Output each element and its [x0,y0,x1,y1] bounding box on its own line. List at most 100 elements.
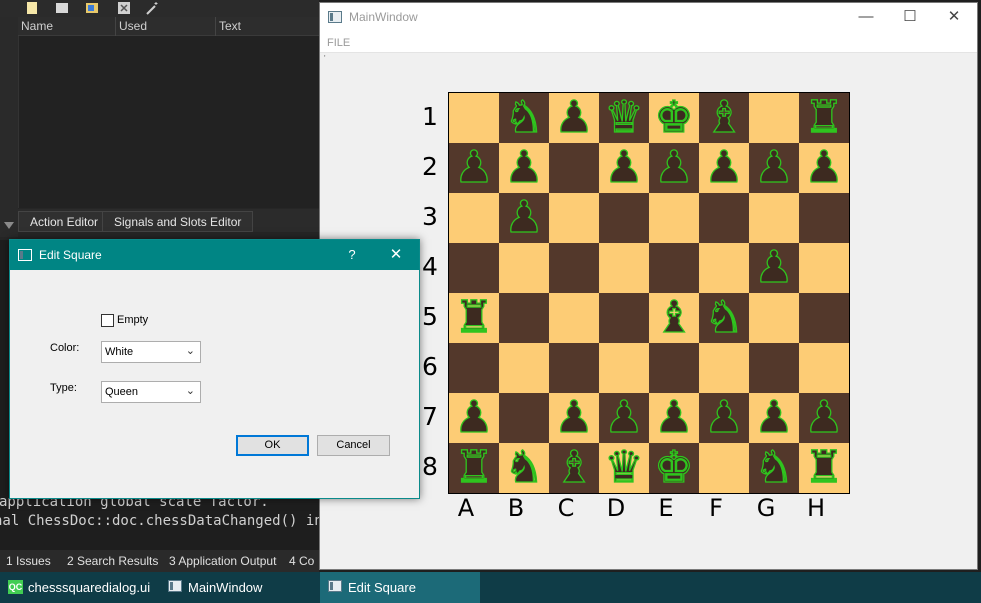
board-square[interactable]: ♟ [749,392,799,443]
board-square[interactable]: ♞ [499,442,549,493]
board-square[interactable] [449,243,499,293]
edit-square-dialog: Edit Square ? ✕ Empty Color: White ⌄ Typ… [9,239,420,499]
board-square[interactable]: ♞ [699,292,749,343]
board-square[interactable]: ♟ [649,392,699,443]
chess-pawn-icon: ♟ [554,392,595,443]
new-file-icon[interactable] [25,1,39,15]
tab-more[interactable]: 4 Co [289,550,314,572]
taskbar-item-mainwindow[interactable]: MainWindow [160,572,320,603]
board-square[interactable]: ♟ [549,92,599,143]
taskbar-item-edit-square[interactable]: Edit Square [320,572,480,603]
board-square[interactable]: ♝ [699,92,749,143]
board-square[interactable] [599,343,649,393]
board-square[interactable]: ♚ [649,442,699,493]
dialog-close-button[interactable]: ✕ [374,240,418,270]
column-header-name[interactable]: Name [18,17,116,36]
help-button[interactable]: ? [341,240,363,270]
board-square[interactable]: ♟ [449,392,499,443]
board-square[interactable]: ♞ [749,442,799,493]
board-square[interactable]: ♛ [599,92,649,143]
board-square[interactable] [599,243,649,293]
board-square[interactable] [499,243,549,293]
board-square[interactable]: ♟ [799,142,849,193]
board-square[interactable] [699,193,749,243]
board-square[interactable] [749,343,799,393]
empty-checkbox[interactable] [101,314,114,327]
board-square[interactable] [599,293,649,343]
board-square[interactable] [549,143,599,193]
board-square[interactable] [449,93,499,143]
board-square[interactable] [499,393,549,443]
board-square[interactable]: ♟ [699,142,749,193]
board-square[interactable] [649,343,699,393]
column-header-used[interactable]: Used [116,17,216,36]
board-square[interactable]: ♝ [549,442,599,493]
taskbar-item-qt-creator[interactable]: QC chesssquaredialog.ui ... [0,572,160,603]
board-square[interactable]: ♟ [649,142,699,193]
ok-button[interactable]: OK [236,435,309,456]
tab-search-results[interactable]: 2 Search Results [67,550,158,572]
board-square[interactable]: ♜ [799,442,849,493]
board-square[interactable]: ♟ [699,392,749,443]
board-square[interactable] [799,293,849,343]
maximize-button[interactable]: ☐ [888,3,932,31]
main-window-titlebar[interactable]: MainWindow — ☐ ✕ [320,3,977,31]
board-square[interactable]: ♞ [499,92,549,143]
close-button[interactable]: ✕ [932,3,976,31]
minimize-button[interactable]: — [844,3,888,31]
board-square[interactable] [549,243,599,293]
board-square[interactable] [549,343,599,393]
board-square[interactable] [699,443,749,493]
board-square[interactable] [699,243,749,293]
board-square[interactable]: ♜ [799,92,849,143]
board-square[interactable] [799,193,849,243]
board-square[interactable]: ♟ [599,392,649,443]
tab-application-output[interactable]: 3 Application Output [169,550,276,572]
board-square[interactable] [549,293,599,343]
dialog-titlebar[interactable]: Edit Square ? ✕ [10,240,419,270]
board-square[interactable] [749,93,799,143]
board-square[interactable] [749,293,799,343]
board-square[interactable]: ♟ [499,142,549,193]
board-square[interactable]: ♛ [599,442,649,493]
board-square[interactable] [799,343,849,393]
board-square[interactable] [749,193,799,243]
chess-pawn-icon: ♟ [604,392,645,443]
board-square[interactable] [499,293,549,343]
delete-icon[interactable] [117,1,131,15]
scroll-down-icon[interactable] [4,222,14,230]
tab-issues[interactable]: 1 Issues [6,550,51,572]
board-square[interactable]: ♟ [449,142,499,193]
board-square[interactable]: ♟ [499,192,549,243]
board-square[interactable] [549,193,599,243]
chess-queen-icon: ♛ [604,92,645,143]
board-square[interactable] [649,193,699,243]
board-square[interactable] [449,343,499,393]
board-square[interactable]: ♟ [549,392,599,443]
action-list[interactable] [18,36,319,208]
board-square[interactable] [649,243,699,293]
board-square[interactable]: ♟ [799,392,849,443]
board-square[interactable] [499,343,549,393]
edit-icon[interactable] [85,1,99,15]
board-square[interactable] [599,193,649,243]
board-square[interactable]: ♚ [649,92,699,143]
board-square[interactable] [449,193,499,243]
board-square[interactable]: ♜ [449,442,499,493]
board-square[interactable] [799,243,849,293]
tab-signals-slots-editor[interactable]: Signals and Slots Editor [102,211,254,232]
column-header-text[interactable]: Text [216,17,319,36]
board-square[interactable]: ♜ [449,292,499,343]
board-square[interactable]: ♟ [749,142,799,193]
type-combobox[interactable]: Queen ⌄ [101,381,201,403]
color-combobox[interactable]: White ⌄ [101,341,201,363]
board-square[interactable]: ♝ [649,292,699,343]
cancel-button[interactable]: Cancel [317,435,390,456]
board-square[interactable]: ♟ [599,142,649,193]
magic-wand-icon[interactable] [145,1,159,15]
board-square[interactable]: ♟ [749,242,799,293]
open-icon[interactable] [55,1,69,15]
tab-action-editor[interactable]: Action Editor [18,211,111,232]
board-square[interactable] [699,343,749,393]
menu-file[interactable]: FILE [327,37,350,49]
